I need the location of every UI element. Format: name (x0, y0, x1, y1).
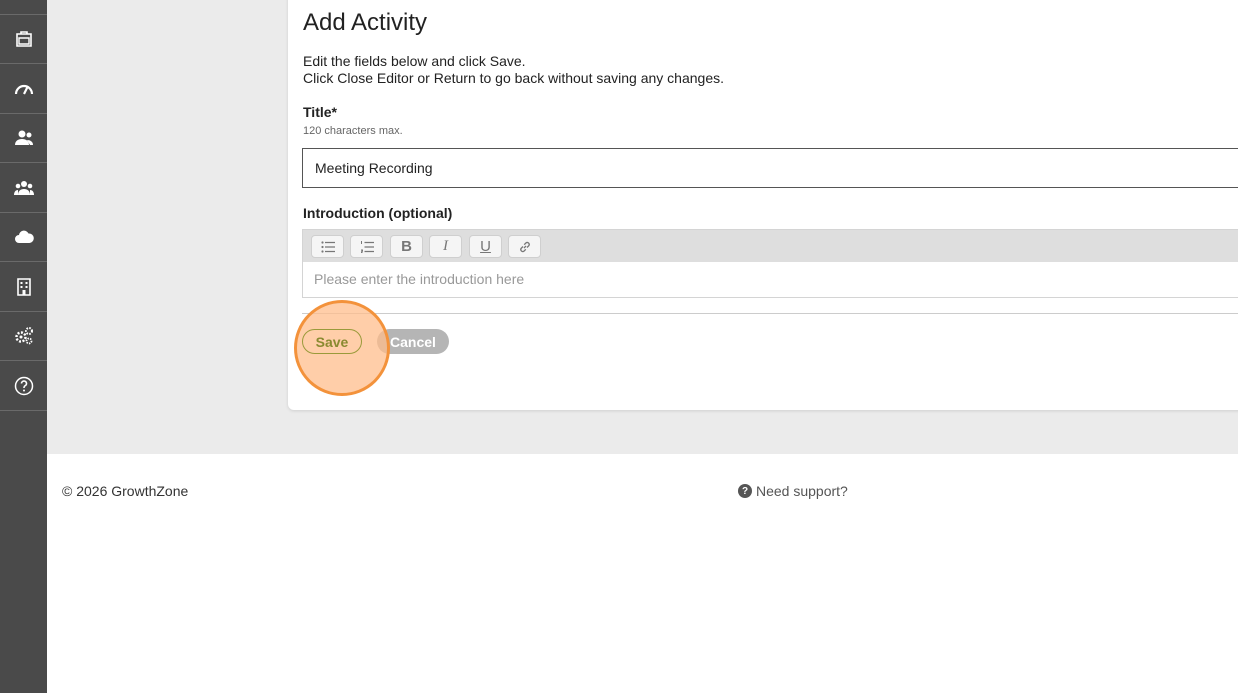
insert-link-button[interactable] (508, 235, 541, 258)
sidebar-item-contacts[interactable] (0, 114, 47, 163)
building-icon (16, 278, 31, 296)
sidebar-item-groups[interactable] (0, 164, 47, 213)
groups-icon (13, 181, 34, 195)
cloud-icon (14, 230, 34, 243)
title-input[interactable] (302, 148, 1238, 188)
title-field-label: Title* (303, 104, 337, 120)
sidebar-item-settings[interactable] (0, 312, 47, 361)
sidebar-item-dashboard[interactable] (0, 65, 47, 114)
introduction-editor[interactable]: Please enter the introduction here (302, 262, 1238, 298)
cancel-button[interactable]: Cancel (377, 329, 449, 354)
instruction-line: Edit the fields below and click Save. (303, 53, 526, 69)
bold-icon: B (401, 238, 412, 255)
italic-icon: I (443, 238, 448, 254)
introduction-field-label: Introduction (optional) (303, 205, 453, 221)
italic-button[interactable]: I (429, 235, 462, 258)
rich-text-toolbar: B I U (302, 229, 1238, 263)
bullet-list-icon (320, 240, 335, 253)
bullet-list-button[interactable] (311, 235, 344, 258)
help-icon (14, 376, 33, 396)
numbered-list-icon (360, 240, 374, 253)
dashboard-gauge-icon (14, 84, 33, 95)
need-support-link[interactable]: ? Need support? (738, 483, 848, 499)
page-title: Add Activity (303, 9, 428, 36)
need-support-label: Need support? (756, 483, 848, 499)
sidebar-item-building[interactable] (0, 263, 47, 312)
sidebar-nav (0, 0, 47, 693)
form-divider (302, 313, 1238, 314)
settings-gears-icon (14, 327, 33, 345)
underline-icon: U (480, 238, 491, 255)
link-icon (519, 241, 530, 252)
form-instructions: Edit the fields below and click Save. Cl… (303, 53, 724, 87)
instruction-line: Click Close Editor or Return to go back … (303, 70, 724, 86)
sidebar-item-cloud[interactable] (0, 213, 47, 262)
required-mark: * (331, 104, 337, 120)
sidebar-item-help[interactable] (0, 362, 47, 411)
footer-copyright: © 2026 GrowthZone (62, 483, 189, 499)
title-label-text: Title (303, 104, 332, 120)
title-char-limit-hint: 120 characters max. (303, 125, 403, 137)
bold-button[interactable]: B (390, 235, 423, 258)
numbered-list-button[interactable] (350, 235, 383, 258)
question-circle-icon: ? (738, 484, 752, 498)
sidebar-item-briefcase[interactable] (0, 15, 47, 64)
underline-button[interactable]: U (469, 235, 502, 258)
contacts-icon (14, 130, 33, 145)
save-button[interactable]: Save (302, 329, 362, 354)
briefcase-icon (15, 31, 32, 47)
